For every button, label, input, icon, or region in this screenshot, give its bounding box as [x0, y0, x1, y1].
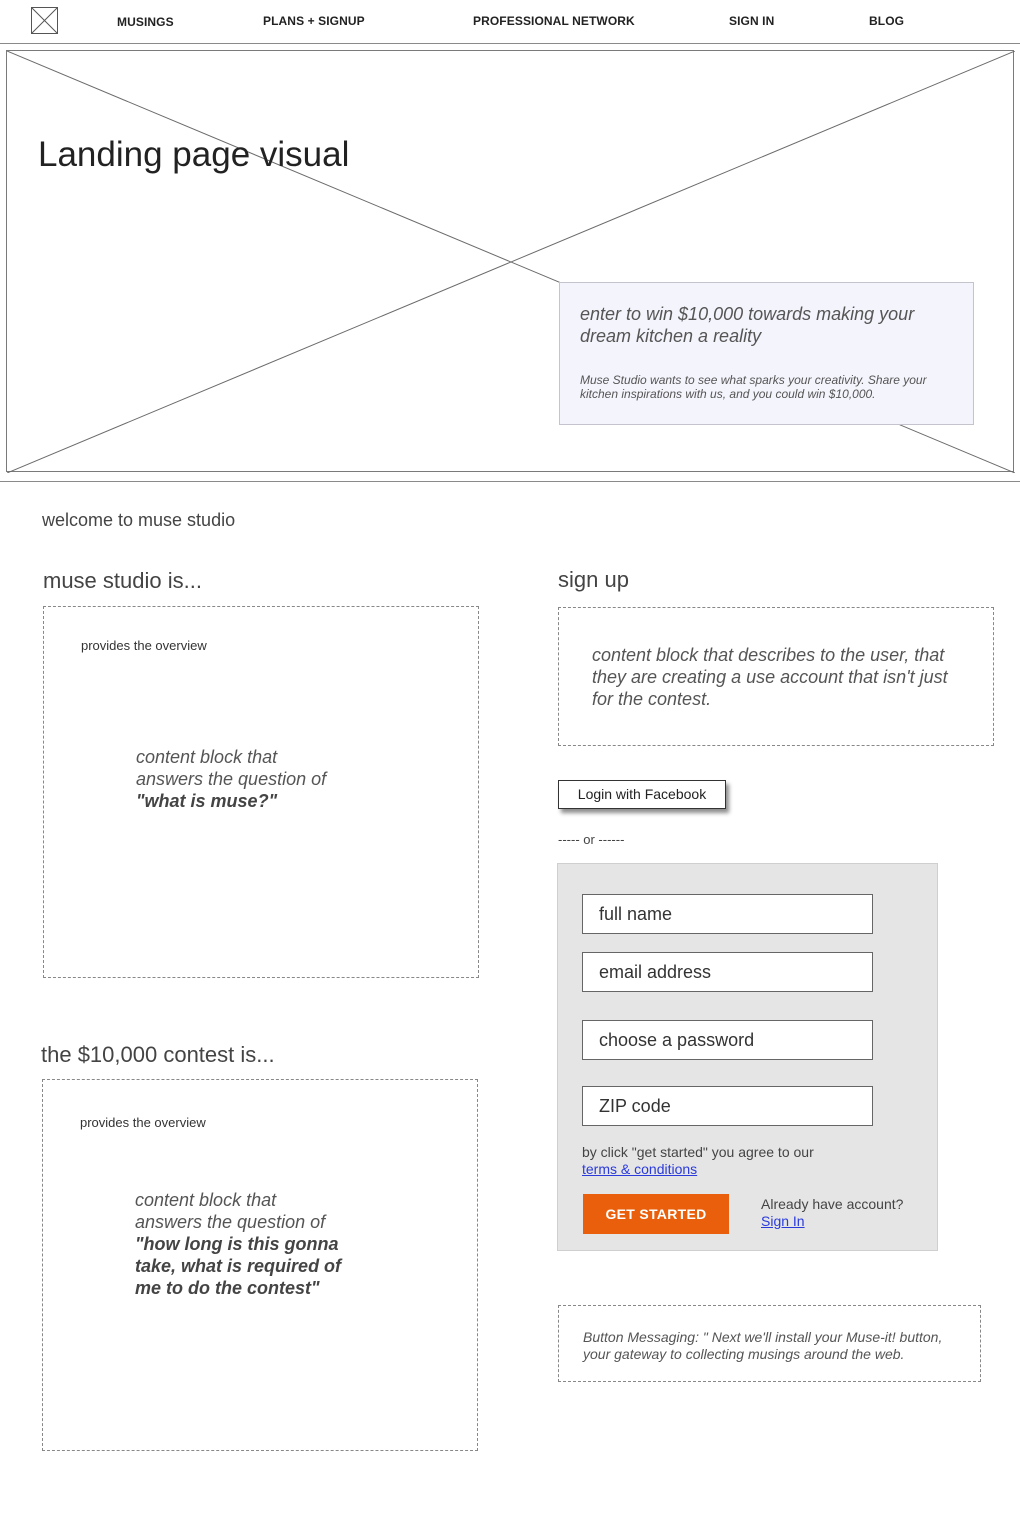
- button-messaging-block: Button Messaging: " Next we'll install y…: [558, 1305, 981, 1382]
- hero-title: Landing page visual: [38, 135, 350, 174]
- terms-agreement: by click "get started" you agree to our …: [582, 1144, 814, 1178]
- hero-visual-placeholder: Landing page visual enter to win $10,000…: [6, 50, 1015, 473]
- about-content-text: content block that answers the question …: [136, 747, 327, 789]
- about-heading: muse studio is...: [43, 568, 202, 593]
- zip-code-field[interactable]: ZIP code: [582, 1086, 873, 1126]
- contest-question-block: content block that answers the question …: [135, 1189, 345, 1299]
- full-name-field[interactable]: full name: [582, 894, 873, 934]
- nav-sign-in[interactable]: SIGN IN: [729, 14, 774, 28]
- about-overview: provides the overview: [81, 638, 207, 653]
- about-content-block: provides the overview content block that…: [43, 606, 479, 978]
- nav-musings[interactable]: MUSINGS: [117, 15, 174, 29]
- promo-heading: enter to win $10,000 towards making your…: [580, 304, 915, 346]
- terms-link[interactable]: terms & conditions: [582, 1161, 697, 1177]
- nav-professional-network[interactable]: PROFESSIONAL NETWORK: [473, 14, 635, 28]
- existing-account: Already have account? Sign In: [761, 1196, 903, 1230]
- nav-plans-signup[interactable]: PLANS + SIGNUP: [263, 14, 365, 28]
- contest-content-block: provides the overview content block that…: [42, 1079, 478, 1451]
- signup-form: full name email address choose a passwor…: [557, 863, 938, 1251]
- contest-content-text: content block that answers the question …: [135, 1190, 326, 1232]
- contest-heading: the $10,000 contest is...: [41, 1042, 275, 1067]
- sign-in-link[interactable]: Sign In: [761, 1213, 805, 1229]
- or-divider: ----- or ------: [558, 832, 625, 847]
- password-field[interactable]: choose a password: [582, 1020, 873, 1060]
- promo-text: Muse Studio wants to see what sparks you…: [580, 373, 927, 401]
- agree-text: by click "get started" you agree to our: [582, 1144, 814, 1160]
- contest-question: "how long is this gonna take, what is re…: [135, 1234, 342, 1298]
- already-text: Already have account?: [761, 1196, 904, 1212]
- divider: [0, 481, 1020, 482]
- contest-overview: provides the overview: [80, 1115, 206, 1130]
- about-question: "what is muse?": [136, 791, 278, 811]
- signup-description: content block that describes to the user…: [592, 645, 948, 709]
- about-question-block: content block that answers the question …: [136, 746, 346, 812]
- contest-promo-card: enter to win $10,000 towards making your…: [559, 282, 974, 425]
- login-facebook-button[interactable]: Login with Facebook: [558, 780, 726, 809]
- email-field[interactable]: email address: [582, 952, 873, 992]
- signup-heading: sign up: [558, 567, 629, 592]
- get-started-button[interactable]: GET STARTED: [583, 1194, 729, 1234]
- welcome-heading: welcome to muse studio: [42, 510, 236, 530]
- nav-blog[interactable]: BLOG: [869, 14, 904, 28]
- top-nav: MUSINGS PLANS + SIGNUP PROFESSIONAL NETW…: [0, 0, 1020, 44]
- signup-description-block: content block that describes to the user…: [558, 607, 994, 746]
- image-placeholder-icon[interactable]: [31, 7, 58, 34]
- button-messaging: Button Messaging: " Next we'll install y…: [583, 1329, 943, 1362]
